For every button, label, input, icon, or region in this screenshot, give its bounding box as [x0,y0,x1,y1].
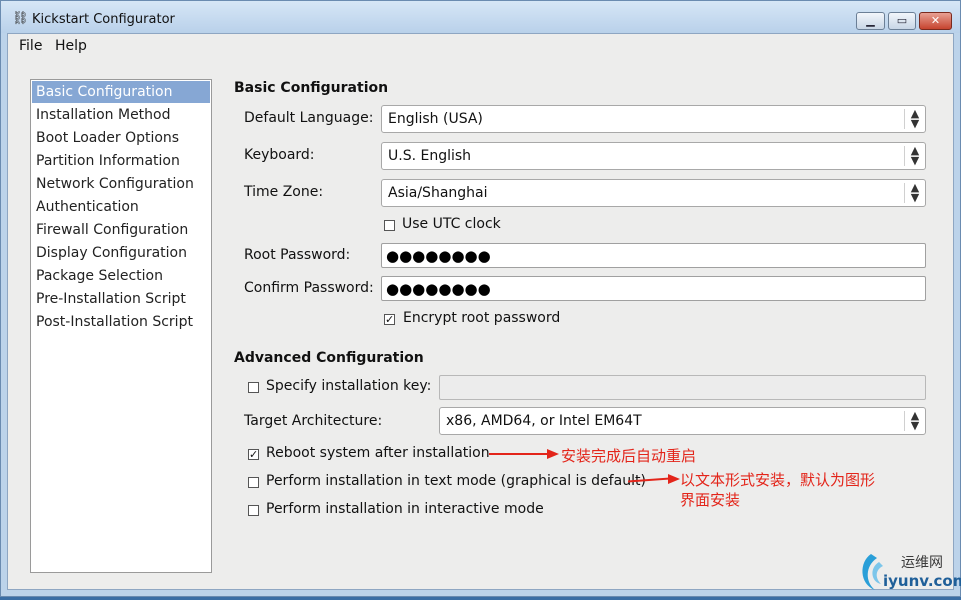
close-icon: ✕ [930,14,941,27]
maximize-icon: ▭ [896,14,908,27]
minimize-icon: ▁ [866,14,875,27]
target-architecture-label: Target Architecture: [244,413,383,429]
root-password-field[interactable]: ●●●●●●●● [381,243,926,268]
text-mode-checkbox[interactable] [248,477,259,488]
time-zone-label: Time Zone: [244,184,324,200]
client-area: File Help Basic Configuration Installati… [7,33,954,590]
chevron-updown-icon: ▲ ▼ [904,182,925,203]
default-language-value: English (USA) [388,111,483,127]
watermark-text-cn: 运维网 [901,555,943,571]
menu-file[interactable]: File [19,38,42,54]
window-title: Kickstart Configurator [32,12,175,27]
menu-help[interactable]: Help [55,38,87,54]
annotation-arrow-head [668,474,680,484]
reboot-checkbox[interactable]: ✓ [248,449,259,460]
sidebar-item-post-installation-script[interactable]: Post-Installation Script [32,311,210,333]
maximize-button[interactable]: ▭ [888,12,916,30]
watermark-text-en: iyunv.com [883,572,961,590]
install-key-field[interactable] [439,375,926,400]
annotation-arrow-head [547,449,559,459]
utc-clock-checkbox[interactable] [384,220,395,231]
keyboard-label: Keyboard: [244,147,315,163]
root-password-label: Root Password: [244,247,351,263]
sidebar-item-basic-configuration[interactable]: Basic Configuration [32,81,210,103]
encrypt-password-label: Encrypt root password [403,310,561,326]
reboot-annotation: 安装完成后自动重启 [561,447,697,465]
chevron-updown-icon: ▲ ▼ [904,410,925,431]
keyboard-value: U.S. English [388,148,472,164]
confirm-password-label: Confirm Password: [244,280,374,296]
keyboard-select[interactable]: U.S. English ▲ ▼ [381,142,926,170]
chevron-updown-icon: ▲ ▼ [904,145,925,166]
sidebar-item-authentication[interactable]: Authentication [32,196,210,218]
default-language-label: Default Language: [244,110,374,126]
close-button[interactable]: ✕ [919,12,952,30]
minimize-button[interactable]: ▁ [856,12,885,30]
sidebar-item-network-configuration[interactable]: Network Configuration [32,173,210,195]
check-icon: ✓ [249,448,259,461]
sidebar-item-firewall-configuration[interactable]: Firewall Configuration [32,219,210,241]
interactive-mode-label: Perform installation in interactive mode [266,501,544,517]
utc-clock-label: Use UTC clock [402,216,501,232]
app-icon: ⛓ [12,11,29,26]
time-zone-select[interactable]: Asia/Shanghai ▲ ▼ [381,179,926,207]
annotation-arrow-line [489,453,549,455]
sidebar-item-partition-information[interactable]: Partition Information [32,150,210,172]
text-mode-label: Perform installation in text mode (graph… [266,473,646,489]
time-zone-value: Asia/Shanghai [388,185,488,201]
interactive-mode-checkbox[interactable] [248,505,259,516]
sidebar: Basic Configuration Installation Method … [30,79,212,573]
sidebar-item-boot-loader-options[interactable]: Boot Loader Options [32,127,210,149]
encrypt-password-checkbox[interactable]: ✓ [384,314,395,325]
install-key-label: Specify installation key: [266,378,432,394]
sidebar-item-pre-installation-script[interactable]: Pre-Installation Script [32,288,210,310]
sidebar-item-installation-method[interactable]: Installation Method [32,104,210,126]
title-bar[interactable]: ⛓ Kickstart Configurator ▁ ▭ ✕ [1,1,960,33]
target-architecture-value: x86, AMD64, or Intel EM64T [446,413,642,429]
chevron-updown-icon: ▲ ▼ [904,108,925,129]
site-watermark: 运维网 iyunv.com [857,548,961,596]
advanced-config-heading: Advanced Configuration [234,350,424,366]
root-password-value: ●●●●●●●● [386,247,491,265]
text-mode-annotation-line1: 以文本形式安装，默认为图形 [680,471,876,489]
confirm-password-value: ●●●●●●●● [386,280,491,298]
sidebar-item-display-configuration[interactable]: Display Configuration [32,242,210,264]
sidebar-item-package-selection[interactable]: Package Selection [32,265,210,287]
install-key-checkbox[interactable] [248,382,259,393]
menu-bar: File Help [8,34,953,58]
basic-config-heading: Basic Configuration [234,80,389,96]
text-mode-annotation-line2: 界面安装 [680,491,741,509]
target-architecture-select[interactable]: x86, AMD64, or Intel EM64T ▲ ▼ [439,407,926,435]
confirm-password-field[interactable]: ●●●●●●●● [381,276,926,301]
app-window: ⛓ Kickstart Configurator ▁ ▭ ✕ File Help… [0,0,961,597]
reboot-label: Reboot system after installation [266,445,490,461]
default-language-select[interactable]: English (USA) ▲ ▼ [381,105,926,133]
check-icon: ✓ [385,313,395,326]
